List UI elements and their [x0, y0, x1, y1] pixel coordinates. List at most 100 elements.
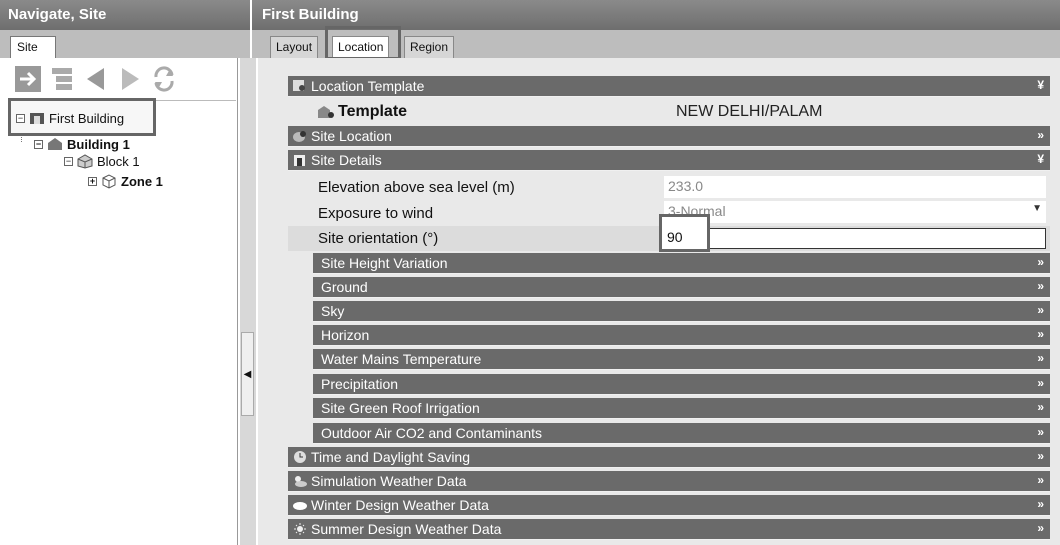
collapse-panel-button[interactable]: ◀ [241, 332, 254, 416]
subsection-outdoor-air-co2[interactable]: Outdoor Air CO2 and Contaminants » [313, 423, 1050, 444]
tree-item-zone-1[interactable]: + Zone 1 [88, 173, 163, 189]
tree-label-zone-1: Zone 1 [121, 173, 163, 189]
location-template-icon [292, 79, 308, 93]
section-label: Ground [321, 279, 368, 295]
cloud-icon [292, 498, 308, 512]
subsection-horizon[interactable]: Horizon » [313, 325, 1050, 346]
template-value[interactable]: NEW DELHI/PALAM [676, 103, 822, 121]
nav-tabstrip: Site [0, 30, 250, 58]
tab-region[interactable]: Region [404, 36, 455, 58]
hierarchy-icon [52, 68, 72, 90]
section-location-template[interactable]: Location Template ¥ [288, 76, 1050, 97]
subsection-site-green-roof-irrigation[interactable]: Site Green Roof Irrigation » [313, 398, 1050, 419]
subsection-site-height-variation[interactable]: Site Height Variation » [313, 253, 1050, 274]
section-label: Location Template [311, 78, 425, 94]
section-label: Summer Design Weather Data [311, 521, 502, 537]
expand-chevron-icon[interactable]: » [1037, 255, 1044, 269]
tree-item-block-1[interactable]: − Block 1 [64, 153, 140, 169]
clock-icon [292, 450, 308, 464]
nav-panel-title: Navigate, Site [0, 0, 250, 30]
expand-chevron-icon[interactable]: » [1037, 425, 1044, 439]
expand-chevron-icon[interactable]: » [1037, 128, 1044, 142]
collapse-chevron-icon[interactable]: ¥ [1037, 152, 1044, 166]
expand-chevron-icon[interactable]: » [1037, 400, 1044, 414]
orientation-input[interactable]: 90 [659, 214, 710, 252]
expand-chevron-icon[interactable]: » [1037, 303, 1044, 317]
subsection-precipitation[interactable]: Precipitation » [313, 374, 1050, 395]
expand-chevron-icon[interactable]: » [1037, 376, 1044, 390]
triangle-right-icon [122, 68, 139, 90]
arrow-right-icon [15, 66, 41, 92]
tree-item-first-building[interactable]: − First Building [16, 110, 124, 126]
section-time-and-daylight-saving[interactable]: Time and Daylight Saving » [288, 447, 1050, 468]
dropdown-arrow-icon[interactable]: ▼ [1032, 203, 1042, 214]
zone-icon [102, 174, 116, 189]
template-label: Template [338, 103, 408, 120]
site-details-icon [292, 153, 308, 167]
nav-toolbar [14, 64, 178, 94]
site-location-icon [292, 129, 308, 143]
elevation-label: Elevation above sea level (m) [318, 178, 515, 196]
tab-layout[interactable]: Layout [270, 36, 319, 58]
exposure-label: Exposure to wind [318, 204, 434, 222]
section-summer-design-weather-data[interactable]: Summer Design Weather Data » [288, 519, 1050, 540]
section-label: Site Green Roof Irrigation [321, 400, 480, 416]
collapse-box-icon[interactable]: − [64, 156, 73, 166]
collapse-chevron-icon[interactable]: ¥ [1037, 78, 1044, 92]
tree-label-building-1: Building 1 [67, 136, 130, 152]
subsection-ground[interactable]: Ground » [313, 277, 1050, 298]
section-label: Site Height Variation [321, 255, 448, 271]
subsection-water-mains-temperature[interactable]: Water Mains Temperature » [313, 349, 1050, 370]
back-button[interactable] [82, 64, 110, 94]
section-label: Water Mains Temperature [321, 351, 482, 367]
tree-label-first-building: First Building [49, 110, 125, 126]
refresh-icon [154, 66, 174, 92]
section-label: Sky [321, 303, 345, 319]
go-to-button[interactable] [14, 64, 42, 94]
collapse-box-icon[interactable]: − [16, 113, 25, 123]
expand-chevron-icon[interactable]: » [1037, 497, 1044, 511]
tree-label-block-1: Block 1 [97, 153, 140, 169]
section-winter-design-weather-data[interactable]: Winter Design Weather Data » [288, 495, 1050, 516]
sun-icon [292, 522, 308, 536]
section-label: Simulation Weather Data [311, 473, 467, 489]
elevation-field[interactable]: 233.0 [664, 176, 1046, 198]
tab-site[interactable]: Site [10, 36, 56, 58]
collapse-box-icon[interactable]: − [34, 139, 43, 149]
refresh-button[interactable] [150, 64, 178, 94]
tree-item-building-1[interactable]: − Building 1 [34, 136, 130, 152]
expand-box-icon[interactable]: + [88, 176, 97, 186]
triangle-left-icon [87, 68, 104, 90]
orientation-label: Site orientation (°) [318, 229, 439, 247]
triangle-left-icon: ◀ [243, 368, 252, 380]
forward-button[interactable] [116, 64, 144, 94]
site-icon [30, 113, 44, 124]
highlight-frame [325, 26, 401, 60]
section-label: Horizon [321, 327, 370, 343]
expand-chevron-icon[interactable]: » [1037, 351, 1044, 365]
section-site-location[interactable]: Site Location » [288, 126, 1050, 147]
orientation-value: 90 [667, 229, 683, 245]
hierarchy-button[interactable] [48, 64, 76, 94]
expand-chevron-icon[interactable]: » [1037, 449, 1044, 463]
expand-chevron-icon[interactable]: » [1037, 521, 1044, 535]
expand-chevron-icon[interactable]: » [1037, 279, 1044, 293]
section-simulation-weather-data[interactable]: Simulation Weather Data » [288, 471, 1050, 492]
section-label: Site Location [311, 128, 392, 144]
subsection-sky[interactable]: Sky » [313, 301, 1050, 322]
weather-icon [292, 474, 308, 488]
expand-chevron-icon[interactable]: » [1037, 473, 1044, 487]
section-label: Site Details [311, 152, 382, 168]
panel-splitter[interactable] [240, 58, 256, 545]
section-label: Outdoor Air CO2 and Contaminants [321, 425, 543, 441]
section-label: Precipitation [321, 376, 399, 392]
exposure-select[interactable]: 3-Normal ▼ [664, 201, 1046, 223]
section-label: Time and Daylight Saving [311, 449, 471, 465]
section-label: Winter Design Weather Data [311, 497, 489, 513]
section-site-details[interactable]: Site Details ¥ [288, 150, 1050, 171]
template-row: Template NEW DELHI/PALAM [288, 100, 1050, 124]
orientation-input-extent[interactable] [705, 228, 1046, 249]
building-icon [48, 138, 62, 150]
block-icon [77, 154, 93, 169]
expand-chevron-icon[interactable]: » [1037, 327, 1044, 341]
